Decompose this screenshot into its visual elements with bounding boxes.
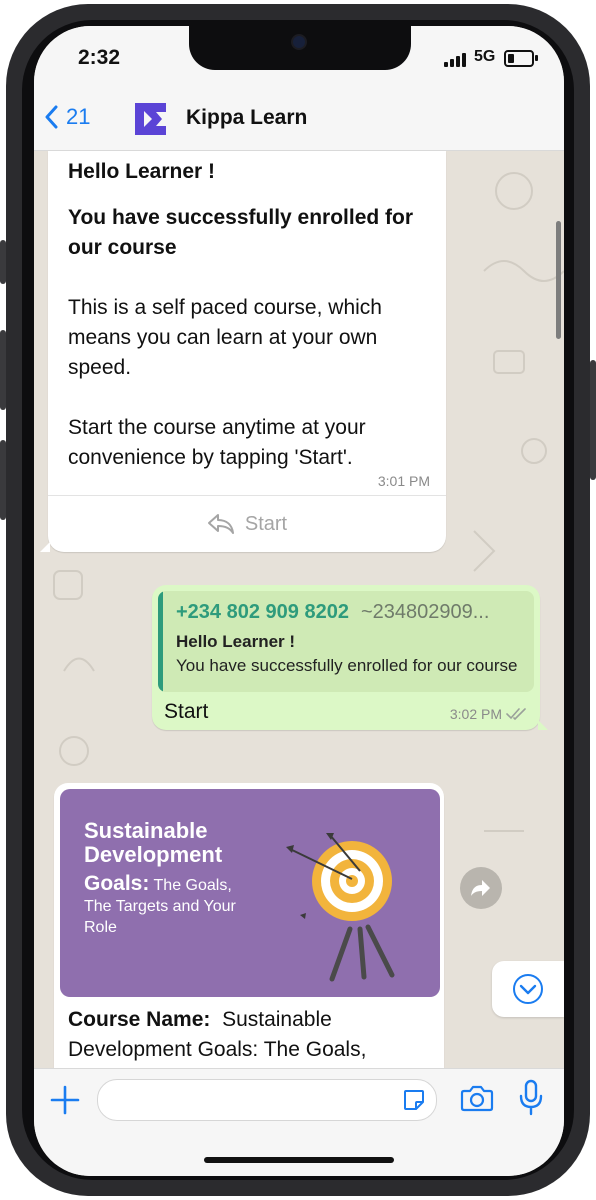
chat-area[interactable]: Hello Learner ! You have successfully en… (34, 151, 564, 1068)
battery-icon (504, 50, 538, 67)
chevron-left-icon (45, 105, 58, 129)
chat-name[interactable]: Kippa Learn (186, 106, 307, 130)
front-camera (293, 36, 305, 48)
side-button-volume-down (0, 440, 6, 520)
start-quick-reply-button[interactable]: Start (48, 495, 446, 552)
course-image[interactable]: Sustainable Development Goals: The Goals… (60, 789, 440, 997)
chevron-down-circle-icon (513, 974, 543, 1004)
course-label: Course Name: (68, 1008, 211, 1031)
notch (189, 26, 411, 70)
outgoing-meta: 3:02 PM (450, 706, 528, 722)
message-time: 3:01 PM (377, 473, 430, 489)
message-enrolled: You have successfully enrolled for our c… (68, 206, 414, 259)
status-bar: 2:32 5G (34, 26, 564, 98)
quoted-alias: ~234802909... (360, 601, 490, 623)
back-button[interactable]: 21 (44, 104, 90, 130)
status-time: 2:32 (78, 46, 121, 69)
quoted-message[interactable]: +234 802 909 8202 ~234802909... Hello Lea… (158, 591, 534, 692)
message-input-bar (34, 1068, 564, 1176)
forward-button[interactable] (460, 867, 502, 909)
message-paragraph-2: Start the course anytime at your conveni… (68, 416, 366, 469)
outgoing-time: 3:02 PM (449, 706, 502, 722)
sticker-button[interactable] (402, 1088, 426, 1117)
message-greeting: Hello Learner ! (68, 160, 216, 183)
incoming-message-course[interactable]: Sustainable Development Goals: The Goals… (54, 783, 444, 1068)
microphone-icon (519, 1079, 543, 1116)
plus-icon (50, 1085, 80, 1115)
signal-icon (444, 53, 468, 67)
avatar[interactable] (132, 100, 170, 138)
network-label: 5G (474, 48, 496, 65)
message-input[interactable] (97, 1079, 437, 1121)
reply-icon (207, 514, 234, 534)
outgoing-message-start[interactable]: +234 802 909 8202 ~234802909... Hello Lea… (152, 585, 548, 730)
incoming-message-enrolled[interactable]: Hello Learner ! You have successfully en… (40, 151, 446, 552)
image-subtitle: Goals: The Goals, The Targets and Your R… (84, 873, 254, 938)
camera-button[interactable] (460, 1083, 494, 1118)
camera-icon (460, 1085, 494, 1112)
chat-header: 21 Kippa Learn (34, 98, 564, 151)
forward-icon (471, 880, 490, 896)
bubble-tail (538, 720, 548, 730)
quoted-phone: +234 802 909 8202 (176, 601, 349, 623)
image-goals: Goals: (84, 872, 150, 895)
sticker-icon (404, 1090, 424, 1110)
back-count: 21 (66, 104, 91, 129)
course-description: Course Name: Sustainable Development Goa… (68, 1005, 428, 1065)
target-illustration-icon (286, 833, 395, 982)
quoted-line-2: You have successfully enrolled for our c… (176, 656, 518, 675)
scrollbar[interactable] (556, 221, 561, 339)
message-body: Hello Learner ! You have successfully en… (48, 151, 446, 473)
image-title: Sustainable Development (84, 818, 223, 867)
attach-button[interactable] (48, 1083, 82, 1117)
side-button-silent (0, 240, 6, 284)
quote-bar (158, 591, 163, 692)
side-button-volume-up (0, 330, 6, 410)
kippa-logo-icon (135, 103, 166, 135)
message-paragraph-1: This is a self paced course, which means… (68, 296, 382, 379)
bubble-tail (40, 542, 50, 552)
quoted-line-1: Hello Learner ! (176, 632, 296, 651)
home-indicator[interactable] (204, 1157, 394, 1163)
reply-button-label: Start (244, 512, 288, 535)
microphone-button[interactable] (518, 1079, 544, 1122)
scroll-to-bottom-button[interactable] (492, 961, 564, 1017)
side-button-power (590, 360, 596, 480)
phone-screen: 2:32 5G 21 Kippa Learn Hello Learner ! Y… (34, 26, 564, 1176)
double-check-icon (506, 708, 526, 721)
